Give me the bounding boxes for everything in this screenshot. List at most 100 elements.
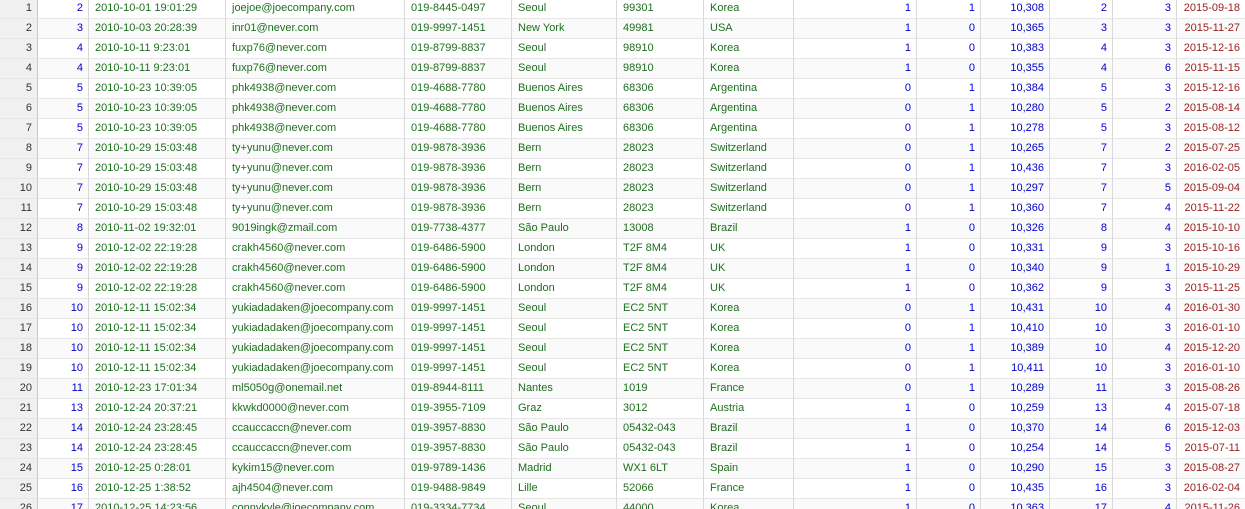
row-number[interactable]: 3: [0, 39, 38, 59]
cell-postal-code[interactable]: EC2 5NT: [617, 359, 704, 379]
cell-order-date[interactable]: 2015-10-16: [1177, 239, 1245, 259]
row-number[interactable]: 20: [0, 379, 38, 399]
row-number[interactable]: 26: [0, 499, 38, 509]
cell-order-date[interactable]: 2015-08-26: [1177, 379, 1245, 399]
cell-order-date[interactable]: 2016-02-05: [1177, 159, 1245, 179]
cell-postal-code[interactable]: 99301: [617, 0, 704, 19]
cell-email[interactable]: phk4938@never.com: [226, 99, 405, 119]
cell-product-code[interactable]: 10,355: [981, 59, 1050, 79]
row-number[interactable]: 6: [0, 99, 38, 119]
cell-product-code[interactable]: 10,431: [981, 299, 1050, 319]
cell-city[interactable]: Seoul: [512, 339, 617, 359]
cell-product-code[interactable]: 10,365: [981, 19, 1050, 39]
cell-email[interactable]: ty+yunu@never.com: [226, 159, 405, 179]
cell-signup-datetime[interactable]: 2010-12-11 15:02:34: [89, 359, 226, 379]
cell-product-code[interactable]: 10,326: [981, 219, 1050, 239]
row-number[interactable]: 13: [0, 239, 38, 259]
cell-qty-a[interactable]: 13: [1050, 399, 1113, 419]
cell-country[interactable]: Korea: [704, 0, 794, 19]
row-number[interactable]: 9: [0, 159, 38, 179]
cell-signup-datetime[interactable]: 2010-12-24 20:37:21: [89, 399, 226, 419]
table-row[interactable]: 13 9 2010-12-02 22:19:28 crakh4560@never.co…: [0, 239, 1245, 259]
cell-postal-code[interactable]: 05432-043: [617, 439, 704, 459]
cell-order-date[interactable]: 2016-01-30: [1177, 299, 1245, 319]
cell-city[interactable]: Lille: [512, 479, 617, 499]
cell-phone[interactable]: 019-9878-3936: [405, 139, 512, 159]
cell-postal-code[interactable]: T2F 8M4: [617, 259, 704, 279]
row-number[interactable]: 5: [0, 79, 38, 99]
cell-signup-datetime[interactable]: 2010-10-03 20:28:39: [89, 19, 226, 39]
row-number[interactable]: 15: [0, 279, 38, 299]
cell-order-date[interactable]: 2015-08-14: [1177, 99, 1245, 119]
cell-qty-a[interactable]: 7: [1050, 159, 1113, 179]
cell-postal-code[interactable]: 13008: [617, 219, 704, 239]
cell-signup-datetime[interactable]: 2010-10-23 10:39:05: [89, 99, 226, 119]
cell-city[interactable]: New York: [512, 19, 617, 39]
cell-flag-b[interactable]: 1: [917, 159, 981, 179]
row-number[interactable]: 25: [0, 479, 38, 499]
cell-email[interactable]: crakh4560@never.com: [226, 239, 405, 259]
cell-email[interactable]: yukiadadaken@joecompany.com: [226, 339, 405, 359]
cell-postal-code[interactable]: 1019: [617, 379, 704, 399]
cell-qty-a[interactable]: 15: [1050, 459, 1113, 479]
cell-signup-datetime[interactable]: 2010-10-29 15:03:48: [89, 159, 226, 179]
cell-flag-b[interactable]: 1: [917, 379, 981, 399]
cell-product-code[interactable]: 10,410: [981, 319, 1050, 339]
cell-postal-code[interactable]: 68306: [617, 119, 704, 139]
cell-product-code[interactable]: 10,436: [981, 159, 1050, 179]
cell-product-code[interactable]: 10,370: [981, 419, 1050, 439]
cell-country[interactable]: France: [704, 479, 794, 499]
cell-qty-b[interactable]: 2: [1113, 99, 1177, 119]
cell-phone[interactable]: 019-9878-3936: [405, 159, 512, 179]
cell-signup-datetime[interactable]: 2010-12-11 15:02:34: [89, 299, 226, 319]
cell-city[interactable]: São Paulo: [512, 419, 617, 439]
cell-product-code[interactable]: 10,435: [981, 479, 1050, 499]
cell-flag-a[interactable]: 1: [794, 419, 917, 439]
cell-phone[interactable]: 019-9878-3936: [405, 199, 512, 219]
table-row[interactable]: 2 3 2010-10-03 20:28:39 inr01@never.com 019-…: [0, 19, 1245, 39]
cell-customer-id[interactable]: 10: [38, 319, 89, 339]
cell-country[interactable]: Argentina: [704, 99, 794, 119]
cell-country[interactable]: Spain: [704, 459, 794, 479]
cell-signup-datetime[interactable]: 2010-10-01 19:01:29: [89, 0, 226, 19]
cell-signup-datetime[interactable]: 2010-12-11 15:02:34: [89, 339, 226, 359]
cell-city[interactable]: Seoul: [512, 39, 617, 59]
cell-email[interactable]: ml5050g@onemail.net: [226, 379, 405, 399]
cell-customer-id[interactable]: 7: [38, 179, 89, 199]
cell-signup-datetime[interactable]: 2010-12-25 0:28:01: [89, 459, 226, 479]
cell-flag-a[interactable]: 1: [794, 19, 917, 39]
cell-postal-code[interactable]: 52066: [617, 479, 704, 499]
cell-city[interactable]: Seoul: [512, 319, 617, 339]
cell-postal-code[interactable]: 28023: [617, 139, 704, 159]
cell-postal-code[interactable]: 98910: [617, 39, 704, 59]
cell-qty-b[interactable]: 4: [1113, 499, 1177, 509]
cell-product-code[interactable]: 10,254: [981, 439, 1050, 459]
table-row[interactable]: 16 10 2010-12-11 15:02:34 yukiadadaken@joec…: [0, 299, 1245, 319]
cell-product-code[interactable]: 10,383: [981, 39, 1050, 59]
cell-flag-a[interactable]: 1: [794, 219, 917, 239]
row-number[interactable]: 17: [0, 319, 38, 339]
cell-product-code[interactable]: 10,278: [981, 119, 1050, 139]
cell-postal-code[interactable]: 28023: [617, 179, 704, 199]
cell-email[interactable]: kkwkd0000@never.com: [226, 399, 405, 419]
cell-flag-a[interactable]: 1: [794, 479, 917, 499]
cell-order-date[interactable]: 2015-07-11: [1177, 439, 1245, 459]
row-number[interactable]: 16: [0, 299, 38, 319]
cell-qty-b[interactable]: 6: [1113, 419, 1177, 439]
cell-signup-datetime[interactable]: 2010-10-29 15:03:48: [89, 199, 226, 219]
cell-flag-a[interactable]: 0: [794, 299, 917, 319]
cell-customer-id[interactable]: 14: [38, 419, 89, 439]
cell-postal-code[interactable]: 44000: [617, 499, 704, 509]
cell-qty-a[interactable]: 16: [1050, 479, 1113, 499]
cell-postal-code[interactable]: 05432-043: [617, 419, 704, 439]
cell-qty-a[interactable]: 14: [1050, 439, 1113, 459]
cell-customer-id[interactable]: 3: [38, 19, 89, 39]
row-number[interactable]: 11: [0, 199, 38, 219]
cell-qty-a[interactable]: 7: [1050, 139, 1113, 159]
cell-email[interactable]: fuxp76@never.com: [226, 39, 405, 59]
cell-postal-code[interactable]: EC2 5NT: [617, 299, 704, 319]
cell-email[interactable]: joejoe@joecompany.com: [226, 0, 405, 19]
cell-customer-id[interactable]: 7: [38, 159, 89, 179]
cell-city[interactable]: Seoul: [512, 0, 617, 19]
cell-postal-code[interactable]: 3012: [617, 399, 704, 419]
